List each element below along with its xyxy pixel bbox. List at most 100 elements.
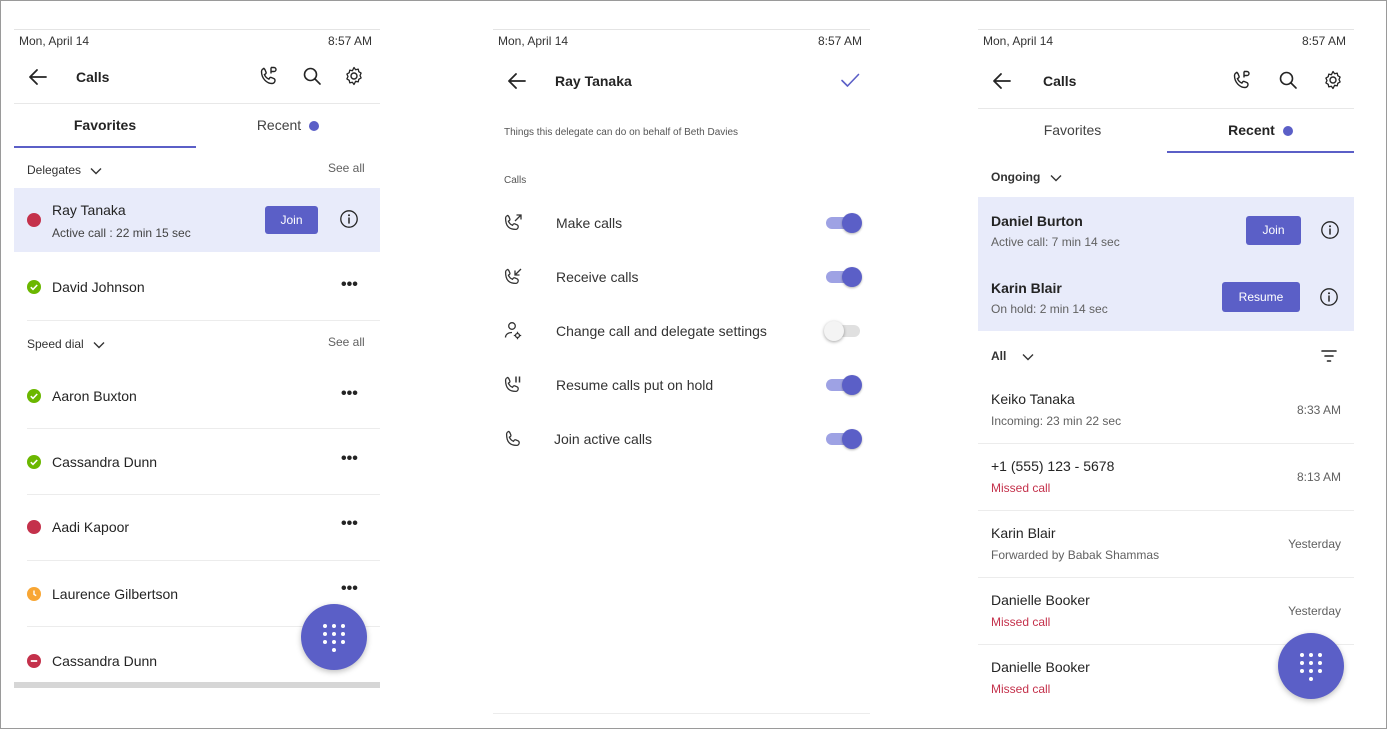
top-divider — [493, 29, 870, 30]
gear-icon[interactable] — [1322, 69, 1344, 91]
filter-icon[interactable] — [1320, 349, 1338, 363]
search-icon[interactable] — [1277, 69, 1299, 91]
call-status: On hold: 2 min 14 sec — [991, 302, 1108, 316]
calls-favorites-screen: Mon, April 14 8:57 AM Calls Favorites Re… — [14, 29, 380, 695]
app-header: Calls — [14, 57, 380, 97]
app-header: Calls — [978, 61, 1354, 101]
contact-name: Cassandra Dunn — [52, 454, 158, 470]
change-settings-toggle[interactable] — [824, 319, 862, 343]
presence-available-icon — [27, 280, 41, 294]
presence-busy-icon — [27, 520, 41, 534]
section-title: Delegates — [27, 163, 82, 177]
join-button[interactable]: Join — [265, 206, 318, 234]
screenshot-frame: Mon, April 14 8:57 AM Calls Favorites Re… — [0, 0, 1387, 729]
speed-dial-row[interactable]: Cassandra Dunn ••• — [14, 428, 380, 494]
contact-name: Daniel Burton — [991, 213, 1083, 229]
speed-dial-row[interactable]: Aaron Buxton ••• — [14, 362, 380, 428]
contact-name: Ray Tanaka — [52, 202, 126, 218]
tab-recent-label: Recent — [256, 117, 302, 133]
recent-call-row[interactable]: +1 (555) 123 - 5678 Missed call 8:13 AM — [978, 443, 1354, 510]
gear-icon[interactable] — [343, 65, 365, 87]
contact-name: Cassandra Dunn — [52, 653, 158, 669]
contact-name: Aaron Buxton — [52, 388, 137, 404]
recent-call-row[interactable]: Danielle Booker Missed call Yesterday — [978, 577, 1354, 644]
chevron-down-icon — [93, 341, 105, 349]
see-all-speed-dial-link[interactable]: See all — [328, 335, 365, 349]
presence-dnd-icon — [27, 654, 41, 668]
top-divider — [978, 29, 1354, 30]
more-options-icon[interactable]: ••• — [341, 276, 358, 294]
tab-favorites[interactable]: Favorites — [14, 104, 196, 148]
chevron-down-icon — [1022, 353, 1034, 361]
tab-recent-label: Recent — [1228, 122, 1275, 138]
speed-dial-row[interactable]: Aadi Kapoor ••• — [14, 494, 380, 560]
active-tab-underline — [1167, 151, 1354, 153]
join-button[interactable]: Join — [1246, 216, 1301, 245]
ongoing-call-row[interactable]: Daniel Burton Active call: 7 min 14 sec … — [978, 197, 1354, 264]
contact-name: Aadi Kapoor — [52, 519, 130, 535]
recent-call-row[interactable]: Keiko Tanaka Incoming: 23 min 22 sec 8:3… — [978, 377, 1354, 443]
app-header: Ray Tanaka — [493, 61, 870, 101]
back-arrow-icon[interactable] — [26, 65, 50, 89]
join-calls-toggle[interactable] — [824, 427, 862, 451]
checkmark-icon[interactable] — [839, 69, 861, 91]
missed-call-status: Missed call — [991, 682, 1051, 696]
status-date: Mon, April 14 — [19, 34, 90, 48]
call-status: Active call : 22 min 15 sec — [52, 226, 191, 240]
calls-recent-screen: Mon, April 14 8:57 AM Calls Favorites Re… — [978, 29, 1354, 719]
more-options-icon[interactable]: ••• — [341, 385, 358, 403]
call-status: Incoming: 23 min 22 sec — [991, 414, 1122, 428]
speed-dial-section-toggle[interactable]: Speed dial — [27, 337, 105, 351]
status-bar: Mon, April 14 8:57 AM — [983, 34, 1346, 50]
missed-call-status: Missed call — [991, 481, 1051, 495]
tab-favorites-label: Favorites — [1043, 122, 1102, 138]
permission-label: Receive calls — [556, 269, 639, 285]
filter-label: All — [991, 349, 1007, 363]
tab-favorites-label: Favorites — [73, 117, 137, 133]
delegates-section-toggle[interactable]: Delegates — [27, 163, 102, 177]
tab-recent[interactable]: Recent — [1167, 109, 1354, 153]
ongoing-section-toggle[interactable]: Ongoing — [991, 170, 1062, 184]
info-icon[interactable] — [1320, 220, 1340, 240]
delegate-row[interactable]: David Johnson ••• — [14, 252, 380, 320]
tab-bar: Favorites Recent — [14, 103, 380, 148]
info-icon[interactable] — [339, 209, 359, 229]
more-options-icon[interactable]: ••• — [341, 580, 358, 598]
tab-recent[interactable]: Recent — [196, 104, 380, 148]
delegate-row-active[interactable]: Ray Tanaka Active call : 22 min 15 sec J… — [14, 188, 380, 252]
incoming-call-icon — [501, 265, 525, 289]
permission-resume-calls: Resume calls put on hold — [493, 365, 870, 405]
resume-calls-toggle[interactable] — [824, 373, 862, 397]
permission-make-calls: Make calls — [493, 203, 870, 243]
dialpad-button[interactable] — [1278, 633, 1344, 699]
recent-call-row[interactable]: Karin Blair Forwarded by Babak Shammas Y… — [978, 510, 1354, 577]
call-settings-phone-icon[interactable] — [258, 65, 280, 87]
see-all-delegates-link[interactable]: See all — [328, 161, 365, 175]
contact-name: Laurence Gilbertson — [52, 586, 179, 602]
permission-label: Resume calls put on hold — [556, 377, 714, 393]
permission-change-settings: Change call and delegate settings — [493, 311, 870, 351]
dialpad-button[interactable] — [301, 604, 367, 670]
presence-busy-icon — [27, 213, 41, 227]
call-time: Yesterday — [1288, 537, 1341, 551]
call-settings-phone-icon[interactable] — [1231, 69, 1253, 91]
phone-icon — [501, 427, 525, 451]
make-calls-toggle[interactable] — [824, 211, 862, 235]
all-filter-dropdown[interactable]: All — [991, 349, 1034, 363]
permission-receive-calls: Receive calls — [493, 257, 870, 297]
more-options-icon[interactable]: ••• — [341, 515, 358, 533]
receive-calls-toggle[interactable] — [824, 265, 862, 289]
more-options-icon[interactable]: ••• — [341, 450, 358, 468]
ongoing-call-row[interactable]: Karin Blair On hold: 2 min 14 sec Resume — [978, 264, 1354, 331]
section-title: Speed dial — [27, 337, 84, 351]
person-settings-icon — [501, 319, 525, 343]
page-title: Ray Tanaka — [555, 73, 632, 89]
search-icon[interactable] — [301, 65, 323, 87]
horizontal-scrollbar[interactable] — [14, 682, 380, 688]
info-icon[interactable] — [1319, 287, 1339, 307]
top-divider — [14, 29, 380, 30]
back-arrow-icon[interactable] — [990, 69, 1014, 93]
tab-favorites[interactable]: Favorites — [978, 109, 1167, 153]
resume-button[interactable]: Resume — [1222, 282, 1300, 312]
back-arrow-icon[interactable] — [505, 69, 529, 93]
